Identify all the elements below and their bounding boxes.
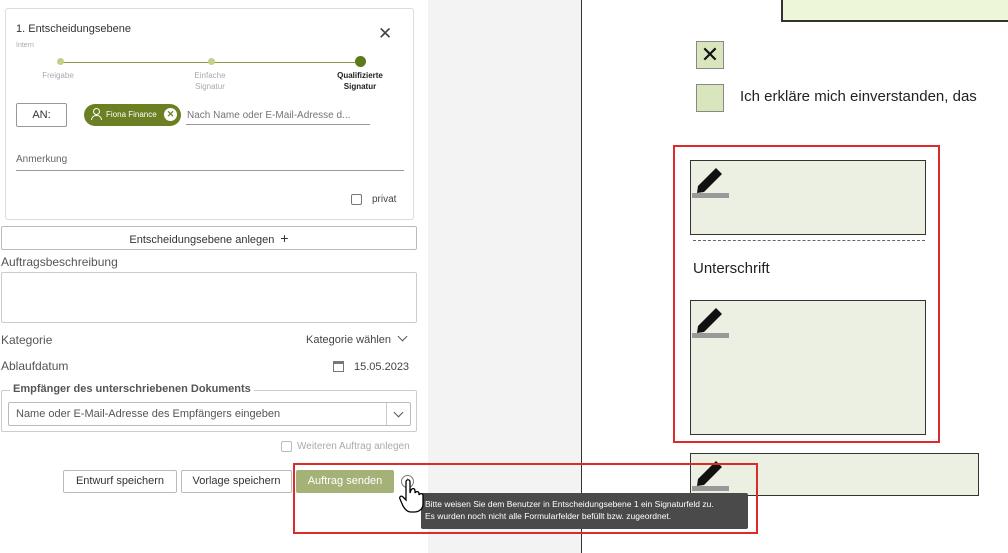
add-level-label: Entscheidungsebene anlegen bbox=[129, 234, 275, 246]
order-panel: 1. Entscheidungsebene Intern ✕ Freigabe … bbox=[0, 0, 428, 553]
checkbox-checked[interactable]: ✕ bbox=[696, 41, 724, 69]
level-subtitle: Intern bbox=[16, 42, 34, 49]
recipient-search-input[interactable] bbox=[186, 107, 370, 125]
pen-icon bbox=[692, 461, 729, 491]
level-title: 1. Entscheidungsebene bbox=[16, 23, 131, 35]
plus-icon: + bbox=[280, 230, 289, 246]
recipients-dropdown-button[interactable] bbox=[386, 403, 410, 425]
form-field-top[interactable] bbox=[781, 0, 1008, 22]
step-label-einfache: Einfache Signatur bbox=[194, 71, 226, 91]
step-dot-freigabe[interactable] bbox=[57, 58, 64, 65]
save-template-button[interactable]: Vorlage speichern bbox=[181, 470, 292, 493]
another-order-checkbox[interactable] bbox=[281, 441, 292, 452]
tooltip-line-2: Es wurden noch nicht alle Formularfelder… bbox=[425, 511, 672, 521]
close-icon[interactable]: ✕ bbox=[378, 25, 392, 42]
hand-cursor-icon bbox=[399, 479, 424, 513]
remark-field[interactable]: Anmerkung bbox=[16, 154, 404, 171]
category-label: Kategorie bbox=[1, 333, 53, 347]
step-dot-qualifizierte[interactable] bbox=[355, 56, 366, 67]
chevron-down-icon bbox=[393, 407, 404, 418]
add-level-button[interactable]: Entscheidungsebene anlegen + bbox=[1, 226, 417, 250]
expiry-label: Ablaufdatum bbox=[1, 359, 69, 373]
decision-level-card: 1. Entscheidungsebene Intern ✕ Freigabe … bbox=[5, 8, 414, 220]
send-tooltip: Bitte weisen Sie dem Benutzer in Entsche… bbox=[421, 493, 748, 529]
pen-icon bbox=[692, 308, 729, 338]
another-order-label: Weiteren Auftrag anlegen bbox=[297, 441, 410, 452]
privat-checkbox[interactable] bbox=[351, 194, 362, 205]
chevron-down-icon bbox=[397, 331, 408, 342]
person-icon bbox=[91, 108, 102, 120]
step-dot-einfache[interactable] bbox=[208, 58, 215, 65]
recipients-placeholder: Name oder E-Mail-Adresse des Empfängers … bbox=[16, 408, 281, 420]
send-order-button[interactable]: Auftrag senden bbox=[296, 470, 394, 493]
expiry-date-value[interactable]: 15.05.2023 bbox=[354, 361, 409, 373]
to-button[interactable]: AN: bbox=[16, 103, 67, 127]
recipient-chip-label: Fiona Finance bbox=[106, 110, 157, 119]
recipient-chip[interactable]: Fiona Finance ✕ bbox=[84, 104, 181, 126]
recipients-select[interactable]: Name oder E-Mail-Adresse des Empfängers … bbox=[8, 402, 411, 426]
consent-text: Ich erkläre mich einverstanden, das bbox=[740, 88, 977, 105]
remove-icon[interactable]: ✕ bbox=[164, 108, 177, 121]
tooltip-line-1: Bitte weisen Sie dem Benutzer in Entsche… bbox=[425, 499, 714, 509]
category-value: Kategorie wählen bbox=[306, 334, 392, 346]
signature-label: Unterschrift bbox=[693, 260, 770, 277]
calendar-icon[interactable] bbox=[333, 361, 344, 372]
pen-icon bbox=[692, 168, 729, 198]
save-draft-button[interactable]: Entwurf speichern bbox=[63, 470, 177, 493]
signature-line bbox=[693, 240, 925, 241]
signature-field-3[interactable] bbox=[690, 453, 979, 496]
description-label: Auftragsbeschreibung bbox=[1, 255, 118, 269]
category-dropdown[interactable]: Kategorie wählen bbox=[306, 331, 408, 346]
recipients-fieldset: Empfänger des unterschriebenen Dokuments… bbox=[1, 383, 417, 432]
recipients-legend: Empfänger des unterschriebenen Dokuments bbox=[10, 383, 254, 395]
step-label-freigabe: Freigabe bbox=[42, 71, 74, 80]
step-label-qualifizierte: Qualifizierte Signatur bbox=[337, 71, 383, 91]
privat-label: privat bbox=[372, 194, 397, 205]
panel-divider bbox=[428, 0, 581, 553]
description-textarea[interactable] bbox=[1, 272, 417, 323]
checkbox-consent[interactable] bbox=[696, 84, 724, 112]
